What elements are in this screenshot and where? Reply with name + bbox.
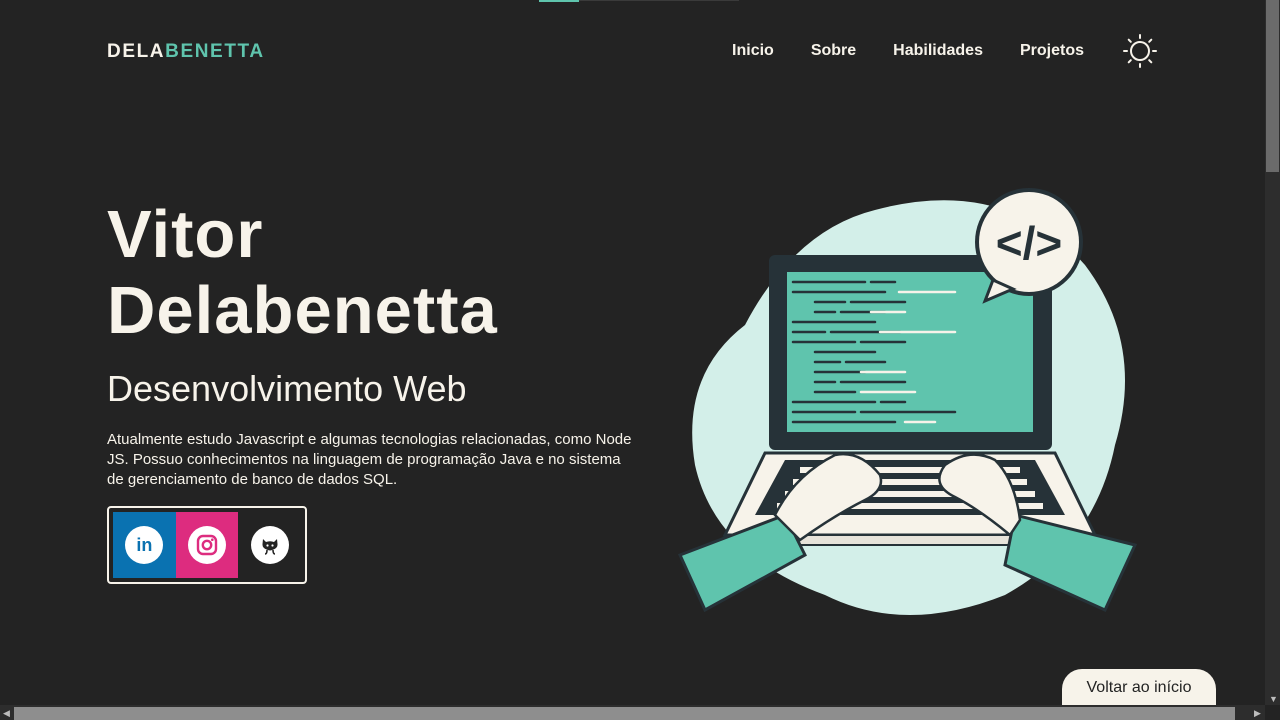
hero-name: Vitor Delabenetta bbox=[107, 197, 498, 349]
top-accent-bar bbox=[539, 0, 579, 2]
nav-habilidades[interactable]: Habilidades bbox=[893, 42, 983, 60]
logo-part-dela: DELA bbox=[107, 41, 166, 62]
social-links: in bbox=[107, 506, 307, 584]
linkedin-button[interactable]: in bbox=[113, 512, 176, 578]
theme-toggle-button[interactable] bbox=[1123, 34, 1157, 68]
instagram-button[interactable] bbox=[175, 512, 239, 578]
hero-illustration: </> bbox=[675, 185, 1140, 620]
hero-name-last: Delabenetta bbox=[107, 273, 498, 348]
nav-projetos[interactable]: Projetos bbox=[1020, 42, 1084, 60]
back-to-top-button[interactable]: Voltar ao início bbox=[1062, 669, 1216, 709]
linkedin-icon: in bbox=[125, 526, 164, 564]
vertical-scrollbar-thumb[interactable] bbox=[1266, 0, 1279, 172]
hero-description: Atualmente estudo Javascript e algumas t… bbox=[107, 431, 632, 488]
site-logo[interactable]: DELABENETTA bbox=[107, 41, 265, 63]
nav-inicio[interactable]: Inicio bbox=[732, 42, 774, 60]
nav-sobre[interactable]: Sobre bbox=[811, 42, 856, 60]
top-divider bbox=[579, 0, 739, 1]
site-header: DELABENETTA Inicio Sobre Habilidades Pro… bbox=[107, 34, 1157, 68]
hero-name-first: Vitor bbox=[107, 197, 264, 272]
github-button[interactable] bbox=[238, 512, 301, 578]
github-icon bbox=[250, 526, 289, 564]
sun-icon bbox=[1123, 34, 1157, 68]
instagram-icon bbox=[188, 526, 226, 564]
scroll-right-arrow-icon[interactable]: ▶ bbox=[1254, 708, 1261, 718]
main-nav: Inicio Sobre Habilidades Projetos bbox=[732, 42, 1084, 60]
code-tag-icon: </> bbox=[996, 217, 1063, 269]
scroll-down-arrow-icon[interactable]: ▼ bbox=[1269, 694, 1278, 704]
scroll-left-arrow-icon[interactable]: ◀ bbox=[3, 708, 10, 718]
hero-subtitle: Desenvolvimento Web bbox=[107, 368, 467, 409]
horizontal-scrollbar-thumb[interactable] bbox=[14, 707, 1235, 720]
logo-part-benetta: BENETTA bbox=[165, 41, 265, 62]
linkedin-icon-label: in bbox=[136, 534, 153, 555]
